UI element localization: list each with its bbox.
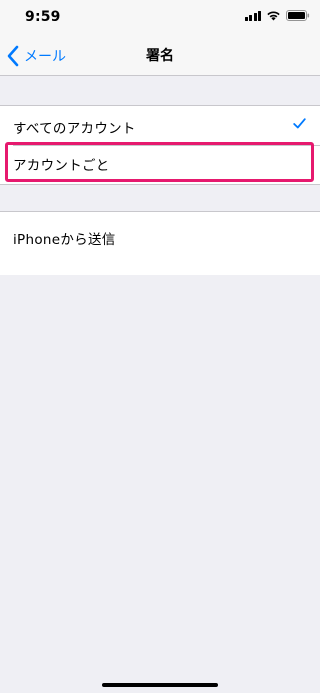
option-label: アカウントごと [13, 158, 110, 174]
option-all-accounts[interactable]: すべてのアカウント [0, 106, 320, 146]
signature-text-group: iPhoneから送信 [0, 211, 320, 275]
battery-icon [286, 10, 310, 21]
option-label: すべてのアカウント [13, 121, 136, 137]
status-time: 9:59 [25, 9, 61, 25]
back-button[interactable]: メール [6, 36, 66, 76]
signature-scope-group: すべてのアカウント アカウントごと [0, 105, 320, 185]
navigation-bar: メール 署名 [0, 36, 320, 76]
signature-text: iPhoneから送信 [13, 232, 116, 248]
wifi-icon [266, 10, 281, 21]
chevron-left-icon [7, 45, 19, 67]
option-per-account[interactable]: アカウントごと [0, 146, 320, 185]
home-indicator[interactable] [102, 683, 218, 687]
status-icons [244, 10, 311, 21]
cellular-signal-icon [244, 10, 261, 21]
back-button-label: メール [24, 49, 66, 65]
signature-text-field[interactable]: iPhoneから送信 [0, 212, 320, 260]
checkmark-icon [293, 118, 306, 129]
status-bar: 9:59 [0, 0, 320, 36]
